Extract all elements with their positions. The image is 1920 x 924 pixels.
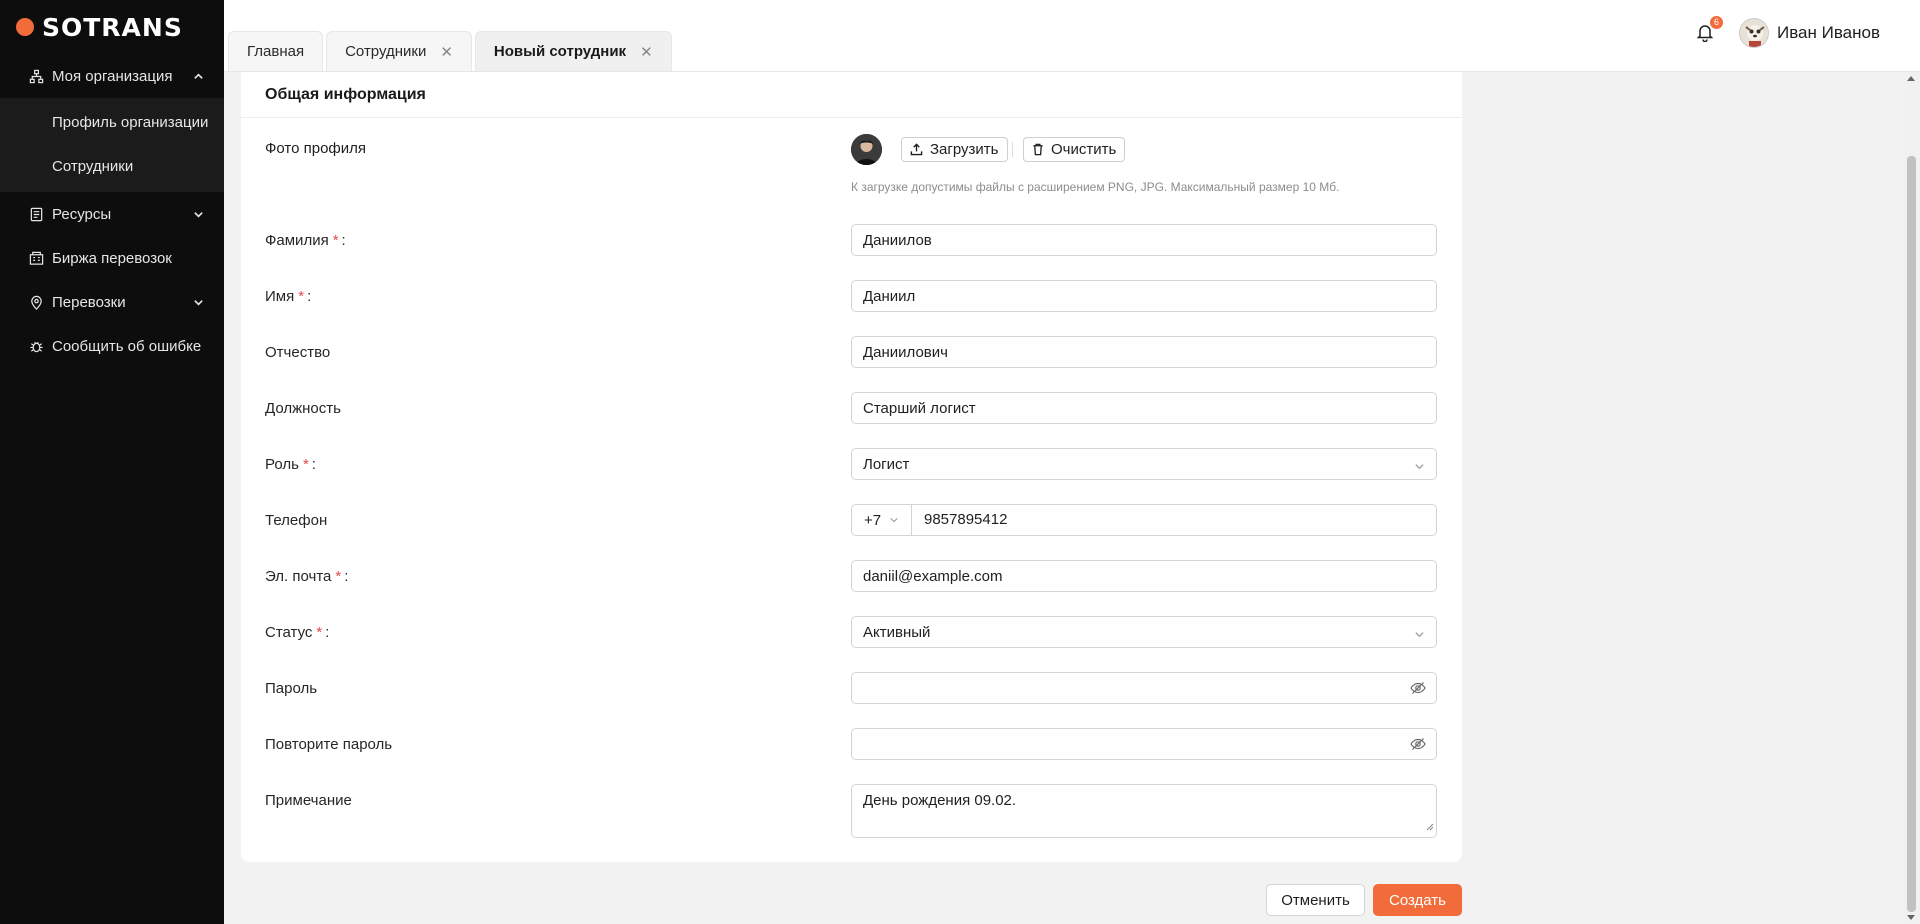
tab-label: Сотрудники: [345, 43, 427, 60]
scrollbar-thumb[interactable]: [1907, 156, 1916, 912]
exchange-icon: [28, 250, 44, 266]
required-mark: *: [332, 232, 339, 249]
sidebar-item-label: Моя организация: [52, 67, 173, 85]
email-label: Эл. почта *:: [265, 568, 349, 585]
photo-label: Фото профиля: [265, 140, 367, 157]
last-name-field[interactable]: Даниилов: [851, 224, 1437, 256]
submenu-my-organization: Профиль организации Сотрудники: [0, 98, 224, 192]
role-label: Роль *:: [265, 456, 316, 473]
logo-text: SOTRANS: [42, 12, 183, 42]
sidebar-item-freight-exchange[interactable]: Биржа перевозок: [0, 236, 224, 280]
tab-bar: Главная Сотрудники ✕ Новый сотрудник ✕: [228, 31, 675, 71]
cancel-button[interactable]: Отменить: [1266, 884, 1365, 916]
tab-home[interactable]: Главная: [228, 31, 324, 71]
tab-new-employee[interactable]: Новый сотрудник ✕: [474, 31, 672, 71]
eye-hidden-icon[interactable]: [1410, 681, 1426, 699]
patronymic-field[interactable]: Даниилович: [851, 336, 1437, 368]
divider: [1012, 142, 1013, 157]
scroll-up-arrow-icon[interactable]: [1907, 76, 1915, 81]
role-select[interactable]: Логист: [851, 448, 1437, 480]
upload-photo-button[interactable]: Загрузить: [901, 137, 1008, 162]
password-repeat-label: Повторите пароль: [265, 736, 393, 753]
chevron-down-icon: [192, 208, 204, 220]
scroll-down-arrow-icon[interactable]: [1907, 915, 1915, 920]
note-value: День рождения 09.02.: [863, 792, 1017, 809]
profile-photo-avatar: [851, 134, 882, 165]
first-name-field[interactable]: Даниил: [851, 280, 1437, 312]
status-label: Статус *:: [265, 624, 330, 641]
page-scrollbar[interactable]: [1903, 72, 1920, 924]
sidebar: SOTRANS Моя организация Профиль организа…: [0, 0, 224, 924]
sidebar-item-employees[interactable]: Сотрудники: [0, 144, 224, 188]
phone-label: Телефон: [265, 512, 328, 529]
clear-label: Очистить: [1051, 141, 1117, 158]
close-icon[interactable]: ✕: [440, 43, 453, 61]
resources-icon: [28, 206, 44, 222]
status-select-value: Активный: [863, 623, 931, 641]
logo[interactable]: SOTRANS: [0, 0, 224, 54]
position-label: Должность: [265, 400, 341, 417]
sidebar-item-label: Ресурсы: [52, 205, 112, 223]
password-field[interactable]: [851, 672, 1437, 704]
trash-icon: [1032, 143, 1044, 156]
sidebar-item-label: Перевозки: [52, 293, 126, 311]
sidebar-item-organization-profile[interactable]: Профиль организации: [0, 100, 224, 144]
password-label: Пароль: [265, 680, 318, 697]
sidebar-item-report-bug[interactable]: Сообщить об ошибке: [0, 324, 224, 368]
phone-country-code-select[interactable]: +7: [852, 505, 912, 535]
employee-form-card: Общая информация Фото профиля Загрузить …: [241, 72, 1462, 862]
chevron-down-icon: [889, 515, 899, 525]
tab-employees[interactable]: Сотрудники ✕: [326, 31, 472, 71]
note-label: Примечание: [265, 792, 352, 809]
note-textarea[interactable]: День рождения 09.02.: [851, 784, 1437, 838]
upload-label: Загрузить: [930, 141, 999, 158]
last-name-label: Фамилия *:: [265, 232, 346, 249]
sidebar-item-my-organization[interactable]: Моя организация: [0, 54, 224, 98]
phone-number-input[interactable]: 9857895412: [924, 511, 1007, 528]
resize-handle-icon[interactable]: [1426, 818, 1434, 835]
required-mark: *: [302, 456, 309, 473]
required-mark: *: [298, 288, 305, 305]
card-header: Общая информация: [241, 72, 1462, 118]
create-button[interactable]: Создать: [1373, 884, 1462, 916]
password-repeat-field[interactable]: [851, 728, 1437, 760]
chevron-down-icon: [1414, 459, 1425, 476]
patronymic-label: Отчество: [265, 344, 331, 361]
photo-upload-hint: К загрузке допустимы файлы с расширением…: [851, 180, 1340, 194]
section-title: Общая информация: [265, 85, 426, 103]
required-mark: *: [316, 624, 323, 641]
topbar: Главная Сотрудники ✕ Новый сотрудник ✕ 6…: [224, 0, 1920, 72]
close-icon[interactable]: ✕: [640, 43, 653, 61]
avatar[interactable]: [1738, 18, 1769, 48]
email-field[interactable]: daniil@example.com: [851, 560, 1437, 592]
location-pin-icon: [28, 294, 44, 310]
sidebar-item-shipments[interactable]: Перевозки: [0, 280, 224, 324]
tab-label: Главная: [247, 43, 305, 60]
bug-icon: [28, 338, 44, 354]
chevron-up-icon: [192, 70, 204, 82]
sidebar-item-resources[interactable]: Ресурсы: [0, 192, 224, 236]
required-mark: *: [335, 568, 342, 585]
sidebar-item-label: Сообщить об ошибке: [52, 337, 202, 355]
phone-field: +7 9857895412: [851, 504, 1437, 536]
status-select[interactable]: Активный: [851, 616, 1437, 648]
role-select-value: Логист: [863, 455, 910, 473]
first-name-label: Имя *:: [265, 288, 312, 305]
sidebar-item-label: Биржа перевозок: [52, 249, 172, 267]
chevron-down-icon: [192, 296, 204, 308]
user-name[interactable]: Иван Иванов: [1777, 23, 1880, 43]
notifications-button[interactable]: 6: [1695, 16, 1723, 44]
header-user-area: 6 Иван Иванов: [1695, 16, 1880, 48]
clear-photo-button[interactable]: Очистить: [1023, 137, 1126, 162]
phone-code-value: +7: [864, 511, 882, 529]
tab-label: Новый сотрудник: [493, 43, 627, 60]
chevron-down-icon: [1414, 627, 1425, 644]
notifications-badge: 6: [1709, 16, 1723, 29]
upload-icon: [910, 143, 923, 156]
logo-dot-icon: [16, 18, 34, 36]
org-structure-icon: [28, 68, 44, 84]
eye-hidden-icon[interactable]: [1410, 737, 1426, 755]
position-field[interactable]: Старший логист: [851, 392, 1437, 424]
